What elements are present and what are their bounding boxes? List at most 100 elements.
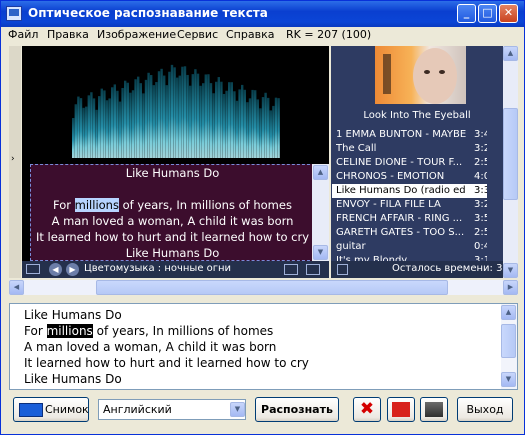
visualizer-bar — [272, 105, 275, 158]
playlist-item-selected[interactable]: Like Humans Do (radio edit) 3:33 — [332, 184, 487, 198]
track-duration: 4:06 — [474, 171, 487, 182]
visualizer-bar — [248, 98, 252, 158]
scroll-left-button[interactable]: ◀ — [9, 280, 24, 295]
lyric-fragment: of years, In millions of homes — [118, 198, 292, 212]
prev-icon[interactable]: ◀ — [49, 263, 62, 276]
scroll-up-button[interactable]: ▲ — [313, 165, 328, 180]
language-value: Английский — [103, 403, 172, 416]
visualizer-bar — [259, 108, 262, 158]
arrow-up-icon: ▲ — [507, 49, 514, 57]
playlist-item[interactable]: ENVOY - FILA FILE LA 3:27 — [332, 198, 487, 212]
playlist-item[interactable]: CELINE DIONE - TOUR F... 2:52 — [332, 156, 487, 170]
text-selection: millions — [46, 324, 93, 338]
minimize-button[interactable]: _ — [457, 4, 476, 23]
scroll-down-button[interactable]: ▼ — [501, 372, 516, 387]
screen-icon[interactable] — [26, 264, 40, 274]
arrow-down-icon: ▼ — [505, 375, 512, 383]
visualizer-bar — [139, 83, 142, 158]
window-mode-icon[interactable] — [284, 264, 298, 275]
text-fragment: of years, In millions of homes — [92, 324, 274, 338]
text-scrollbar[interactable]: ▲ ▼ — [501, 304, 517, 389]
red-square-button[interactable] — [387, 397, 415, 422]
visualizer-bar — [194, 69, 197, 158]
visualizer-bar — [269, 110, 272, 158]
visualizer-bar — [228, 82, 231, 158]
visualizer-bar — [100, 88, 103, 158]
fullscreen-icon[interactable] — [306, 264, 320, 275]
image-vertical-scrollbar[interactable]: ▲ ▼ — [503, 46, 518, 278]
maximize-button[interactable]: □ — [478, 4, 497, 23]
language-select[interactable]: Английский ▼ — [98, 399, 246, 420]
visualizer-bar — [207, 74, 210, 158]
menu-image[interactable]: Изображение — [97, 28, 176, 41]
visualizer-bar — [267, 97, 270, 158]
playlist-item[interactable]: CHRONOS - EMOTION 4:06 — [332, 170, 487, 184]
track-duration: 2:52 — [474, 157, 487, 168]
save-button[interactable] — [420, 397, 448, 422]
visualizer-bar — [204, 74, 207, 158]
playlist-item[interactable]: FRENCH AFFAIR - RING ... 3:51 — [332, 212, 487, 226]
visualizer-bar — [176, 77, 179, 158]
scroll-right-button[interactable]: ▶ — [503, 280, 518, 295]
recognize-button[interactable]: Распознать — [255, 397, 339, 422]
menu-edit[interactable]: Правка — [47, 28, 89, 41]
visualizer-bar — [170, 64, 174, 158]
exit-button[interactable]: Выход — [457, 397, 513, 422]
lyric-fragment: For — [53, 198, 75, 212]
visualizer-bar — [105, 100, 109, 158]
track-title: Like Humans Do (radio edit) — [336, 185, 466, 196]
rk-readout: RK = 207 (100) — [286, 28, 372, 41]
close-icon: ✕ — [503, 6, 514, 19]
visualizer-bar — [168, 71, 171, 158]
next-icon[interactable]: ▶ — [66, 263, 79, 276]
visualizer-bar — [238, 89, 241, 158]
text-line: A man loved a woman, A child it was born — [24, 340, 277, 354]
visualizer-bar — [87, 95, 90, 158]
visualizer-bar — [199, 85, 202, 158]
scroll-down-button[interactable]: ▼ — [503, 263, 518, 278]
text-line: For millions of years, In millions of ho… — [24, 324, 273, 338]
track-duration: 3:27 — [474, 199, 487, 210]
close-button[interactable]: ✕ — [499, 4, 518, 23]
recognized-text-area[interactable]: Like Humans Do For millions of years, In… — [9, 303, 518, 390]
menu-help[interactable]: Справка — [226, 28, 274, 41]
visualizer-bar — [163, 75, 166, 158]
text-line: Like Humans Do — [24, 372, 122, 386]
scroll-thumb[interactable] — [501, 324, 516, 358]
scroll-down-button[interactable]: ▼ — [313, 245, 328, 260]
visualizer-bar — [103, 90, 106, 158]
lyrics-scrollbar[interactable]: ▲ ▼ — [312, 164, 329, 261]
floppy-icon — [425, 402, 443, 417]
visualizer-bar — [243, 89, 246, 158]
visualizer-bar — [178, 75, 181, 158]
visualizer-bar — [212, 93, 215, 158]
playlist-item[interactable]: 1 EMMA BUNTON - MAYBE 3:40 — [332, 128, 487, 142]
dropdown-button[interactable]: ▼ — [230, 402, 245, 417]
visualizer-bar — [222, 93, 226, 158]
text-line: Like Humans Do — [24, 308, 122, 322]
clear-button[interactable]: ✖ — [353, 397, 381, 422]
title-bar[interactable]: Оптическое распознавание текста _ □ ✕ — [1, 1, 524, 27]
scroll-up-button[interactable]: ▲ — [501, 305, 516, 320]
arrow-left-icon: ◀ — [13, 283, 20, 291]
track-duration: 3:33 — [474, 185, 487, 196]
red-square-icon — [392, 402, 410, 417]
visualizer-bar — [77, 96, 80, 158]
visualizer-bar — [220, 81, 223, 158]
panel-toggle-handle[interactable]: › — [9, 46, 21, 278]
menu-service[interactable]: Сервис — [177, 28, 218, 41]
image-horizontal-scrollbar[interactable]: ◀ ▶ — [9, 280, 518, 295]
scroll-up-button[interactable]: ▲ — [503, 46, 518, 61]
scroll-thumb[interactable] — [503, 108, 518, 200]
scroll-thumb[interactable] — [96, 280, 448, 295]
snapshot-button[interactable]: Снимок — [13, 397, 89, 422]
menu-file[interactable]: Файл — [8, 28, 38, 41]
playlist-item[interactable]: guitar 0:49 — [332, 240, 487, 254]
visualizer-bar — [165, 85, 168, 158]
playlist-item[interactable]: The Call 3:22 — [332, 142, 487, 156]
visualizer-bar — [150, 75, 153, 158]
playlist-icon[interactable] — [337, 264, 348, 275]
visualizer-bar — [261, 97, 265, 158]
playlist-item[interactable]: GARETH GATES - TOO S... 2:56 — [332, 226, 487, 240]
visualizer-bar — [95, 109, 98, 158]
